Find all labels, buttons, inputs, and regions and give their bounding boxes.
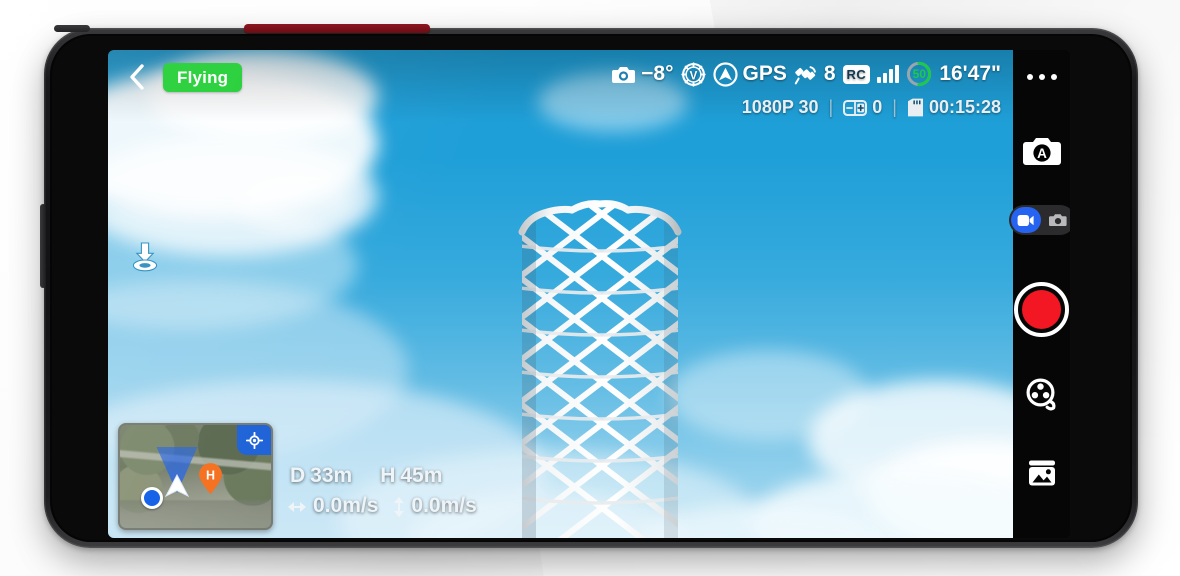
- svg-text:V: V: [689, 70, 697, 82]
- height-value: 45m: [400, 464, 443, 488]
- distance-value: 33m: [310, 464, 353, 488]
- auto-camera-icon: A: [1022, 137, 1061, 165]
- playback-button[interactable]: [1013, 375, 1070, 415]
- drone-marker-icon: [164, 473, 190, 498]
- horizontal-speed-value: 0.0m/s: [313, 494, 379, 518]
- recenter-button[interactable]: [237, 425, 271, 455]
- flight-status-label: Flying: [177, 67, 229, 87]
- signal-bar-3: [889, 69, 894, 83]
- svg-text:H: H: [206, 469, 215, 483]
- camera-feed[interactable]: Flying −8° V GPS 8 RC 50 16'47" 1080P 30…: [108, 50, 1013, 538]
- height-label: H: [380, 464, 396, 488]
- land-descend-icon: [132, 242, 158, 272]
- status-separator-2: |: [892, 97, 897, 117]
- auto-land-button[interactable]: [125, 237, 165, 277]
- sd-card-icon: [907, 98, 923, 117]
- vision-system-icon: V: [680, 61, 706, 87]
- video-mode-icon: [1017, 214, 1034, 226]
- rc-label: RC: [846, 66, 867, 82]
- gallery-icon: [1028, 460, 1055, 486]
- gimbal-pitch-indicator[interactable]: −8°: [611, 62, 674, 86]
- record-button-core: [1022, 289, 1061, 329]
- auto-exposure-button[interactable]: A: [1013, 130, 1070, 170]
- vision-system-indicator[interactable]: V: [680, 61, 706, 87]
- screenshot-stage: Flying −8° V GPS 8 RC 50 16'47" 1080P 30…: [0, 0, 1180, 576]
- power-button[interactable]: [244, 24, 430, 33]
- gimbal-pitch-value: −8°: [641, 62, 674, 85]
- horizontal-speed-icon: [288, 501, 306, 512]
- height-readout: H 45m: [380, 463, 442, 490]
- satellite-count: 8: [823, 62, 836, 85]
- volume-button[interactable]: [54, 25, 90, 32]
- film-reel-icon: [1026, 378, 1055, 411]
- distance-label: D: [290, 464, 306, 488]
- more-options-button[interactable]: [1013, 62, 1070, 92]
- phone-bezel: Flying −8° V GPS 8 RC 50 16'47" 1080P 30…: [50, 34, 1132, 542]
- record-button[interactable]: [1013, 280, 1070, 338]
- dot-2: [1038, 74, 1045, 80]
- minimap[interactable]: H: [118, 423, 273, 530]
- vertical-speed-value: 0.0m/s: [411, 494, 477, 518]
- satellite-icon: [794, 65, 816, 84]
- photo-mode-icon: [1048, 214, 1067, 226]
- svg-text:A: A: [1037, 146, 1047, 161]
- home-point-icon: H: [198, 463, 223, 495]
- signal-bar-4: [895, 65, 900, 83]
- status-bar-primary: −8° V GPS 8 RC 50 16'47": [611, 61, 1001, 87]
- status-separator-1: |: [828, 97, 834, 117]
- flight-mode-indicator[interactable]: GPS: [712, 61, 787, 87]
- rc-link-badge[interactable]: RC: [842, 64, 871, 84]
- exposure-compensation-icon: [843, 99, 868, 116]
- phone-screen: Flying −8° V GPS 8 RC 50 16'47" 1080P 30…: [108, 50, 1070, 538]
- flight-mode-label: GPS: [742, 62, 787, 85]
- exposure-compensation-indicator[interactable]: 0: [843, 97, 882, 118]
- telemetry-row-speeds: 0.0m/s 0.0m/s: [286, 493, 477, 520]
- exposure-value: 0: [872, 97, 883, 117]
- phone-device: Flying −8° V GPS 8 RC 50 16'47" 1080P 30…: [40, 24, 1138, 548]
- video-mode-button[interactable]: [1010, 207, 1041, 233]
- dot-3: [1050, 74, 1057, 80]
- flight-status-badge[interactable]: Flying: [163, 63, 243, 92]
- back-button[interactable]: [122, 61, 152, 93]
- camera-control-panel: A: [1008, 50, 1070, 538]
- status-bar-secondary: 1080P 30 | 0 | 00:15:28: [742, 97, 1001, 118]
- gallery-button[interactable]: [1013, 453, 1070, 493]
- video-resolution[interactable]: 1080P 30: [742, 97, 819, 118]
- vertical-speed-readout: 0.0m/s: [392, 493, 477, 520]
- chevron-left-icon: [130, 64, 144, 90]
- capture-mode-toggle[interactable]: [1008, 203, 1070, 237]
- dot-1: [1026, 74, 1033, 80]
- user-location-icon: [141, 487, 163, 509]
- gps-mode-icon: [712, 61, 738, 87]
- gimbal-camera-icon: [612, 66, 636, 83]
- vertical-speed-icon: [394, 496, 405, 517]
- signal-bar-1: [877, 77, 882, 83]
- photo-mode-button[interactable]: [1043, 207, 1071, 233]
- storage-indicator[interactable]: 00:15:28: [907, 97, 1001, 118]
- capture-mode-toggle-track: [1008, 205, 1071, 235]
- more-options-icon: [1026, 74, 1057, 80]
- telemetry-row-distance-height: D 33m H 45m: [286, 463, 477, 490]
- distance-readout: D 33m: [290, 463, 352, 490]
- record-button-icon: [1014, 281, 1069, 337]
- satellite-indicator[interactable]: 8: [794, 62, 836, 86]
- telemetry-readout: D 33m H 45m 0.0m/s 0.0m/s: [286, 463, 477, 520]
- lattice-tower-building: [512, 200, 687, 538]
- signal-bars-icon[interactable]: [877, 65, 900, 83]
- battery-percent: 50: [912, 67, 926, 81]
- battery-time-remaining: 16'47": [939, 62, 1001, 85]
- battery-ring-icon[interactable]: 50: [906, 61, 932, 87]
- recenter-crosshair-icon: [245, 431, 263, 449]
- horizontal-speed-readout: 0.0m/s: [286, 493, 378, 520]
- side-button-left[interactable]: [40, 204, 46, 288]
- signal-bar-2: [883, 73, 888, 83]
- storage-remaining: 00:15:28: [928, 97, 1001, 117]
